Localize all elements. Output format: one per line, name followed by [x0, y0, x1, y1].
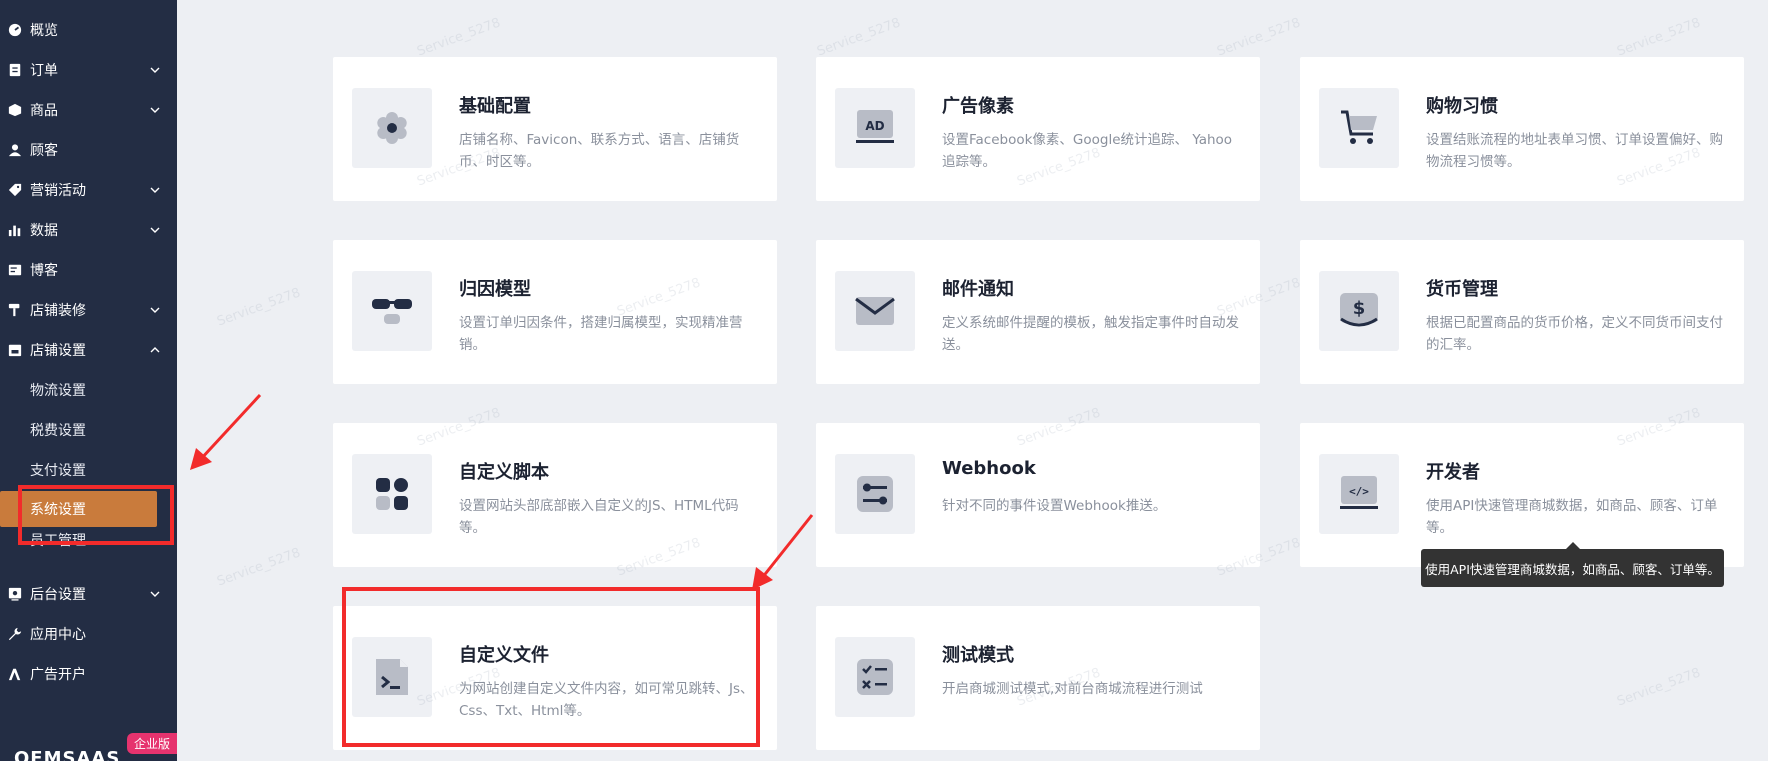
card-shopping-habits[interactable]: 购物习惯 设置结账流程的地址表单习惯、订单设置偏好、购物流程习惯等。 [1300, 57, 1744, 201]
card-desc: 设置Facebook像素、Google统计追踪、 Yahoo追踪等。 [942, 132, 1233, 170]
card-title: 邮件通知 [942, 279, 1014, 300]
watermark: Service_5278 [415, 15, 503, 60]
card-test-mode[interactable]: 测试模式 开启商城测试模式,对前台商城流程进行测试 [816, 606, 1260, 750]
store-icon [0, 343, 30, 357]
dashboard-icon [0, 23, 30, 37]
sidebar-subitem-tax[interactable]: 税费设置 [0, 410, 177, 450]
chevron-down-icon [145, 224, 165, 236]
watermark: Service_5278 [1215, 15, 1303, 60]
svg-text:AD: AD [865, 119, 884, 133]
sidebar-item-ad-account[interactable]: 广告开户 [0, 654, 177, 694]
settings-panel-icon [0, 587, 30, 601]
bar-chart-icon [0, 223, 30, 237]
cart-icon [1319, 88, 1399, 168]
card-title: 基础配置 [459, 96, 531, 117]
webhook-icon [835, 454, 915, 534]
chevron-down-icon [145, 64, 165, 76]
card-title: 购物习惯 [1426, 96, 1498, 117]
annotation-box-system-settings [18, 485, 174, 545]
card-ad-pixel[interactable]: AD 广告像素 设置Facebook像素、Google统计追踪、 Yahoo追踪… [816, 57, 1260, 201]
paint-roller-icon [0, 303, 30, 317]
arrow-line [198, 393, 262, 462]
card-title: 自定义脚本 [459, 462, 549, 483]
sidebar-subitem-payment[interactable]: 支付设置 [0, 450, 177, 490]
watermark: Service_5278 [215, 545, 303, 590]
sidebar-item-customers[interactable]: 顾客 [0, 130, 177, 170]
card-desc: 使用API快速管理商城数据，如商品、顾客、订单等。 [1426, 498, 1718, 536]
user-icon [0, 143, 30, 157]
card-desc: 开启商城测试模式,对前台商城流程进行测试 [942, 681, 1203, 697]
sidebar-item-marketing[interactable]: 营销活动 [0, 170, 177, 210]
card-title: 开发者 [1426, 462, 1480, 483]
code-laptop-icon: </> [1319, 454, 1399, 534]
brand: OEMSAAS 企业版 [0, 729, 177, 761]
wrench-icon [0, 627, 30, 641]
card-title: 货币管理 [1426, 279, 1498, 300]
watermark: Service_5278 [1615, 665, 1703, 710]
edition-badge: 企业版 [126, 733, 177, 754]
mail-icon [835, 271, 915, 351]
card-title: Webhook [942, 458, 1036, 479]
sidebar-item-data[interactable]: 数据 [0, 210, 177, 250]
developer-tooltip: 使用API快速管理商城数据，如商品、顾客、订单等。 [1421, 542, 1724, 587]
sidebar-item-overview[interactable]: 概览 [0, 10, 177, 50]
chevron-up-icon [145, 344, 165, 356]
sidebar-item-blog[interactable]: 博客 [0, 250, 177, 290]
card-email-notification[interactable]: 邮件通知 定义系统邮件提醒的模板，触发指定事件时自动发送。 [816, 240, 1260, 384]
card-desc: 店铺名称、Favicon、联系方式、语言、店铺货币、时区等。 [459, 132, 740, 170]
checklist-icon [835, 637, 915, 717]
card-webhook[interactable]: Webhook 针对不同的事件设置Webhook推送。 [816, 423, 1260, 567]
chevron-down-icon [145, 304, 165, 316]
card-desc: 根据已配置商品的货币价格，定义不同货币间支付的汇率。 [1426, 315, 1723, 353]
card-title: 归因模型 [459, 279, 531, 300]
card-desc: 定义系统邮件提醒的模板，触发指定事件时自动发送。 [942, 315, 1239, 353]
watermark: Service_5278 [215, 285, 303, 330]
card-attribution-model[interactable]: 归因模型 设置订单归因条件，搭建归属模型，实现精准营销。 [333, 240, 777, 384]
ad-laptop-icon: AD [835, 88, 915, 168]
sidebar-subitem-logistics[interactable]: 物流设置 [0, 370, 177, 410]
chevron-down-icon [145, 184, 165, 196]
annotation-box-custom-file [342, 587, 760, 747]
svg-text:</>: </> [1349, 485, 1369, 498]
box-icon [0, 103, 30, 117]
blocks-icon [352, 454, 432, 534]
watermark: Service_5278 [1615, 15, 1703, 60]
card-title: 广告像素 [942, 96, 1014, 117]
svg-text:$: $ [1353, 298, 1366, 319]
card-currency-management[interactable]: $ 货币管理 根据已配置商品的货币价格，定义不同货币间支付的汇率。 [1300, 240, 1744, 384]
blog-icon [0, 263, 30, 277]
sidebar-item-admin-settings[interactable]: 后台设置 [0, 574, 177, 614]
currency-icon: $ [1319, 271, 1399, 351]
ad-account-icon [0, 667, 30, 681]
brand-logo: OEMSAAS [14, 748, 121, 761]
order-icon [0, 63, 30, 77]
gear-icon [352, 88, 432, 168]
card-basic-config[interactable]: 基础配置 店铺名称、Favicon、联系方式、语言、店铺货币、时区等。 [333, 57, 777, 201]
card-desc: 针对不同的事件设置Webhook推送。 [942, 498, 1167, 514]
sidebar-item-app-center[interactable]: 应用中心 [0, 614, 177, 654]
card-custom-script[interactable]: 自定义脚本 设置网站头部底部嵌入自定义的JS、HTML代码等。 [333, 423, 777, 567]
glasses-icon [352, 271, 432, 351]
chevron-down-icon [145, 104, 165, 116]
card-desc: 设置订单归因条件，搭建归属模型，实现精准营销。 [459, 315, 743, 353]
card-developer[interactable]: </> 开发者 使用API快速管理商城数据，如商品、顾客、订单等。 [1300, 423, 1744, 567]
tag-icon [0, 183, 30, 197]
sidebar-item-products[interactable]: 商品 [0, 90, 177, 130]
chevron-down-icon [145, 588, 165, 600]
card-desc: 设置结账流程的地址表单习惯、订单设置偏好、购物流程习惯等。 [1426, 132, 1723, 170]
sidebar-item-store-design[interactable]: 店铺装修 [0, 290, 177, 330]
sidebar: 概览 订单 商品 顾客 营销活动 数据 博客 店铺装修 店铺设置 物流设置 税费… [0, 0, 177, 761]
card-desc: 设置网站头部底部嵌入自定义的JS、HTML代码等。 [459, 498, 739, 536]
arrowhead [190, 448, 212, 470]
watermark: Service_5278 [815, 15, 903, 60]
card-title: 测试模式 [942, 645, 1014, 666]
sidebar-item-store-settings[interactable]: 店铺设置 [0, 330, 177, 370]
sidebar-item-orders[interactable]: 订单 [0, 50, 177, 90]
